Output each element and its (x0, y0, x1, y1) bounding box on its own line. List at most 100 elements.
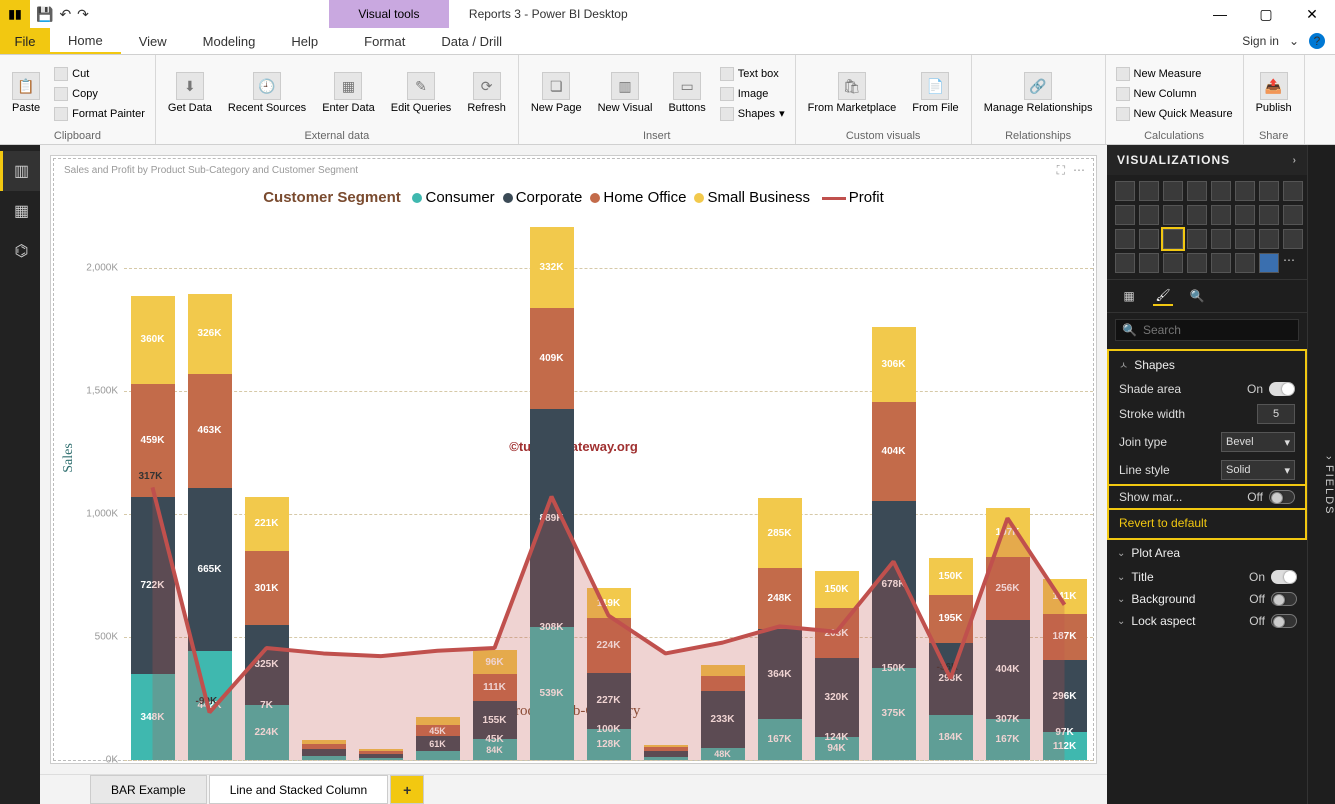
viz-type-icon[interactable] (1211, 181, 1231, 201)
fields-well-tab[interactable]: ▦ (1119, 286, 1139, 306)
focus-mode-icon[interactable]: ⛶ (1057, 163, 1065, 178)
viz-type-icon[interactable] (1211, 205, 1231, 225)
viz-type-icon[interactable] (1235, 181, 1255, 201)
from-file-button[interactable]: 📄From File (906, 70, 964, 116)
format-search[interactable]: 🔍 (1115, 319, 1299, 341)
publish-button[interactable]: 📤Publish (1250, 70, 1298, 116)
viz-type-icon[interactable] (1235, 205, 1255, 225)
new-measure-button[interactable]: New Measure (1112, 65, 1237, 83)
page-tab-bar-example[interactable]: BAR Example (90, 775, 207, 804)
report-view-button[interactable]: ▥ (0, 151, 40, 191)
viz-type-icon[interactable] (1259, 205, 1279, 225)
search-input[interactable] (1143, 323, 1298, 337)
text-box-button[interactable]: Text box (716, 65, 789, 83)
viz-type-icon[interactable] (1211, 229, 1231, 249)
viz-type-icon[interactable] (1187, 253, 1207, 273)
sign-in-link[interactable]: Sign in (1242, 34, 1279, 48)
viz-type-icon[interactable] (1163, 253, 1183, 273)
new-page-button[interactable]: ❏New Page (525, 70, 588, 116)
chart-visual[interactable]: Sales and Profit by Product Sub-Category… (53, 158, 1094, 761)
format-painter-button[interactable]: Format Painter (50, 105, 149, 123)
close-button[interactable]: ✕ (1289, 0, 1335, 28)
edit-queries-button[interactable]: ✎Edit Queries (385, 70, 458, 116)
paste-button[interactable]: 📋Paste (6, 70, 46, 116)
viz-type-icon[interactable] (1139, 181, 1159, 201)
ribbon-group-label: Calculations (1112, 130, 1237, 144)
maximize-button[interactable]: ▢ (1243, 0, 1289, 28)
shade-area-toggle[interactable] (1269, 382, 1295, 396)
tab-view[interactable]: View (121, 28, 185, 54)
manage-relationships-button[interactable]: 🔗Manage Relationships (978, 70, 1099, 116)
viz-type-icon[interactable] (1235, 253, 1255, 273)
tab-modeling[interactable]: Modeling (185, 28, 274, 54)
lock-aspect-toggle[interactable] (1271, 614, 1297, 628)
tab-format[interactable]: Format (346, 28, 423, 54)
refresh-button[interactable]: ⟳Refresh (461, 70, 512, 116)
viz-type-icon[interactable] (1187, 205, 1207, 225)
buttons-button[interactable]: ▭Buttons (662, 70, 711, 116)
viz-type-icon[interactable] (1139, 229, 1159, 249)
add-page-button[interactable]: + (390, 775, 424, 804)
collapse-viz-pane-icon[interactable]: › (1293, 155, 1297, 166)
viz-type-icon[interactable] (1259, 253, 1279, 273)
from-marketplace-button[interactable]: 🛍From Marketplace (802, 70, 903, 116)
viz-type-icon[interactable] (1187, 181, 1207, 201)
copy-button[interactable]: Copy (50, 85, 149, 103)
viz-type-icon[interactable] (1187, 229, 1207, 249)
analytics-tab[interactable]: 🔍 (1187, 286, 1207, 306)
background-toggle[interactable] (1271, 592, 1297, 606)
canvas-wrap: Sales and Profit by Product Sub-Category… (40, 145, 1107, 804)
viz-type-icon[interactable] (1115, 253, 1135, 273)
enter-data-button[interactable]: ▦Enter Data (316, 70, 381, 116)
tab-help[interactable]: Help (273, 28, 336, 54)
line-style-select[interactable]: Solid▾ (1221, 460, 1295, 480)
shapes-button[interactable]: Shapes ▾ (716, 105, 789, 123)
recent-sources-button[interactable]: 🕘Recent Sources (222, 70, 312, 116)
revert-to-default-link[interactable]: Revert to default (1109, 510, 1305, 536)
new-visual-button[interactable]: ▥New Visual (592, 70, 659, 116)
get-data-button[interactable]: ⬇Get Data (162, 70, 218, 116)
viz-type-icon[interactable] (1235, 229, 1255, 249)
viz-type-icon[interactable] (1163, 205, 1183, 225)
viz-type-icon[interactable] (1283, 229, 1303, 249)
viz-type-icon[interactable] (1259, 181, 1279, 201)
viz-type-icon[interactable] (1115, 181, 1135, 201)
image-button[interactable]: Image (716, 85, 789, 103)
viz-type-icon[interactable] (1139, 253, 1159, 273)
minimize-button[interactable]: — (1197, 0, 1243, 28)
redo-icon[interactable]: ↷ (77, 6, 89, 23)
show-marker-toggle[interactable] (1269, 490, 1295, 504)
model-view-button[interactable]: ⌬ (0, 231, 40, 271)
help-icon[interactable]: ? (1309, 33, 1325, 49)
join-type-select[interactable]: Bevel▾ (1221, 432, 1295, 452)
title-toggle[interactable] (1271, 570, 1297, 584)
more-options-icon[interactable]: ⋯ (1073, 163, 1085, 178)
account-chevron-icon[interactable]: ⌄ (1289, 34, 1299, 48)
plot-area-header[interactable]: ⌄Plot Area (1107, 540, 1307, 566)
viz-more-icon[interactable]: ⋯ (1283, 253, 1303, 273)
viz-type-icon[interactable] (1163, 229, 1183, 249)
cut-button[interactable]: Cut (50, 65, 149, 83)
report-canvas[interactable]: Sales and Profit by Product Sub-Category… (50, 155, 1097, 764)
viz-type-icon[interactable] (1163, 181, 1183, 201)
file-tab[interactable]: File (0, 28, 50, 54)
viz-type-icon[interactable] (1115, 229, 1135, 249)
undo-icon[interactable]: ↶ (59, 6, 71, 23)
viz-type-icon[interactable] (1259, 229, 1279, 249)
new-quick-measure-button[interactable]: New Quick Measure (1112, 105, 1237, 123)
data-view-button[interactable]: ▦ (0, 191, 40, 231)
tab-data-drill[interactable]: Data / Drill (423, 28, 520, 54)
stroke-width-input[interactable] (1257, 404, 1295, 424)
shapes-header[interactable]: ㅅShapes (1109, 351, 1305, 378)
save-icon[interactable]: 💾 (36, 6, 53, 23)
viz-type-icon[interactable] (1283, 181, 1303, 201)
tab-home[interactable]: Home (50, 28, 121, 54)
format-tab[interactable]: 🖌 (1153, 286, 1173, 306)
viz-type-icon[interactable] (1211, 253, 1231, 273)
new-column-button[interactable]: New Column (1112, 85, 1237, 103)
viz-type-icon[interactable] (1115, 205, 1135, 225)
viz-type-icon[interactable] (1283, 205, 1303, 225)
viz-type-icon[interactable] (1139, 205, 1159, 225)
fields-pane-collapsed[interactable]: ‹ FIELDS (1307, 145, 1335, 804)
page-tab-line-stacked[interactable]: Line and Stacked Column (209, 775, 388, 804)
